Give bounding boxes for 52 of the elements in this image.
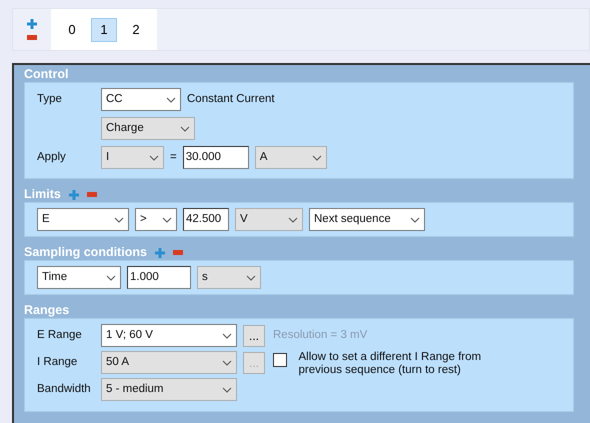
field-label: I Range [37, 354, 78, 370]
caret-icon [312, 154, 322, 160]
ellipsis-button[interactable]: ... [243, 324, 265, 346]
dropdown[interactable]: Time [37, 266, 121, 289]
dropdown[interactable]: > [135, 208, 177, 231]
resolution-text: Resolution = 3 mV [273, 328, 368, 343]
dropdown[interactable]: s [197, 266, 261, 289]
field-label: Bandwidth [37, 382, 92, 397]
caret-icon [162, 216, 172, 222]
add-icon[interactable] [154, 248, 165, 258]
tab[interactable]: 2 [123, 18, 149, 42]
field-label: E Range [37, 328, 83, 343]
dropdown[interactable]: A [254, 146, 327, 169]
add-icon[interactable] [27, 19, 37, 29]
dropdown[interactable]: CC [101, 88, 181, 111]
input-field[interactable]: 1.000 [127, 266, 191, 289]
caret-icon [410, 216, 420, 222]
checkbox[interactable] [273, 353, 287, 367]
caret-icon [222, 386, 232, 392]
label: Constant Current [187, 92, 275, 107]
caret-icon [222, 332, 232, 338]
dropdown[interactable]: Charge [101, 117, 195, 140]
caret-icon [288, 216, 298, 222]
add-icon[interactable] [68, 190, 79, 200]
input-field[interactable]: 30.000 [182, 146, 249, 169]
caret-icon [180, 126, 190, 132]
remove-icon[interactable] [86, 192, 97, 197]
dropdown[interactable]: 50 A [101, 351, 237, 374]
field-label: Type [37, 92, 63, 107]
dropdown[interactable]: I [101, 146, 164, 169]
caret-icon [222, 360, 232, 366]
caret-icon [114, 216, 124, 222]
caret-icon [149, 154, 159, 160]
tab[interactable]: 1 [91, 18, 117, 42]
section-title: Ranges [24, 302, 70, 320]
remove-icon[interactable] [172, 250, 183, 255]
section-title: Sampling conditions [24, 244, 147, 262]
dropdown[interactable]: E [37, 208, 129, 231]
checkbox-label: Allow to set a different I Range from previous sequence (turn to rest) [298, 351, 482, 378]
dropdown[interactable]: Next sequence [309, 208, 425, 231]
dropdown[interactable]: V [235, 208, 303, 231]
caret-icon [166, 96, 176, 102]
section-title: Control [24, 66, 68, 84]
input-field[interactable]: 42.500 [183, 208, 229, 231]
section-title: Limits [24, 186, 61, 204]
caret-icon [246, 274, 256, 280]
label: = [170, 150, 177, 165]
caret-icon [106, 274, 116, 280]
tab[interactable]: 0 [59, 18, 85, 42]
field-label: Apply [37, 150, 67, 165]
dropdown[interactable]: 5 - medium [101, 378, 237, 401]
dropdown[interactable]: 1 V; 60 V [101, 324, 237, 347]
